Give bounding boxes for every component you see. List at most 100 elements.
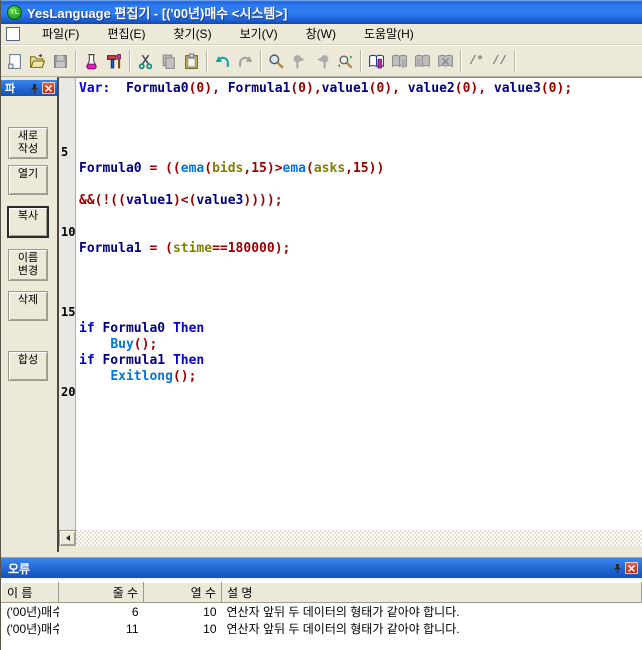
column-header-col[interactable]: 열 수 <box>144 583 222 603</box>
hammer-tools-icon <box>106 53 123 70</box>
find-next-button[interactable] <box>288 50 311 72</box>
left-arrow-icon <box>66 535 70 541</box>
menu-edit[interactable]: 편집(E) <box>93 23 159 45</box>
search-magnifier-icon <box>268 53 285 70</box>
code-line[interactable]: Var: Formula0(0), Formula1(0),value1(0),… <box>79 81 572 97</box>
line-number: 15 <box>59 305 74 319</box>
error-cell-line: 11 <box>59 620 144 637</box>
error-cell-col: 10 <box>144 603 222 621</box>
error-cell-line: 6 <box>59 603 144 621</box>
column-header-desc[interactable]: 설 명 <box>222 583 642 603</box>
code-line[interactable]: Buy(); <box>79 337 157 353</box>
code-line[interactable]: if Formula0 Then <box>79 321 204 337</box>
paste-button[interactable] <box>180 50 203 72</box>
sidebar-button[interactable]: 합성 <box>8 351 48 381</box>
sidebar-button[interactable]: 새로 작성 <box>8 127 48 159</box>
pin-icon[interactable] <box>612 563 623 574</box>
error-cell-col: 10 <box>144 620 222 637</box>
error-table: 이 름 줄 수 열 수 설 명 ('00년)매수610연산자 앞뒤 두 데이터의… <box>1 582 642 637</box>
book-add-button[interactable] <box>388 50 411 72</box>
code-lines[interactable]: Var: Formula0(0), Formula1(0),value1(0),… <box>77 78 642 530</box>
find-next-marker-icon <box>291 53 308 70</box>
sidebar-button[interactable]: 열기 <box>8 165 48 195</box>
new-document-button[interactable] <box>3 50 26 72</box>
close-panel-button[interactable] <box>625 562 638 574</box>
error-cell-name: ('00년)매수 <box>2 603 59 621</box>
error-panel-title: 오류 <box>8 560 30 577</box>
book-copy-button[interactable] <box>411 50 434 72</box>
verify-formula-button[interactable] <box>80 50 103 72</box>
search-button[interactable] <box>265 50 288 72</box>
scroll-left-button[interactable] <box>59 530 76 546</box>
column-header-line[interactable]: 줄 수 <box>59 583 144 603</box>
column-header-name[interactable]: 이 름 <box>2 583 59 603</box>
open-file-button[interactable] <box>26 50 49 72</box>
comment-line-button[interactable]: // <box>488 50 511 72</box>
book-delete-button[interactable] <box>434 50 457 72</box>
redo-arrow-icon <box>237 53 254 70</box>
menu-search[interactable]: 찾기(S) <box>159 23 225 45</box>
code-line[interactable]: if Formula1 Then <box>79 353 204 369</box>
menu-help[interactable]: 도움말(H) <box>350 23 428 45</box>
mdi-document-icon[interactable] <box>6 27 20 41</box>
cut-button[interactable] <box>134 50 157 72</box>
code-editor: 5101520 Var: Formula0(0), Formula1(0),va… <box>57 77 642 552</box>
window-title: YesLanguage 편집기 - [('00년)매수 <시스템>] <box>27 3 287 22</box>
comment-block-icon: /* <box>469 54 483 68</box>
toolbar-separator <box>129 50 131 72</box>
comment-block-button[interactable]: /* <box>465 50 488 72</box>
error-cell-name: ('00년)매수 <box>2 620 59 637</box>
book-open-button[interactable] <box>365 50 388 72</box>
menubar: 파일(F) 편집(E) 찾기(S) 보기(V) 창(W) 도움말(H) <box>1 24 642 45</box>
toolbar-separator <box>360 50 362 72</box>
save-disk-icon <box>52 53 69 70</box>
book-delete-icon <box>437 53 454 70</box>
code-region[interactable]: 5101520 Var: Formula0(0), Formula1(0),va… <box>59 78 642 530</box>
sidebar-button[interactable]: 이름 변경 <box>8 249 48 281</box>
app-window: YL YesLanguage 편집기 - [('00년)매수 <시스템>] 파일… <box>0 0 642 650</box>
error-table-container: 이 름 줄 수 열 수 설 명 ('00년)매수610연산자 앞뒤 두 데이터의… <box>1 578 642 650</box>
sidebar-button[interactable]: 복사 <box>8 207 48 237</box>
line-number: 20 <box>59 385 74 399</box>
code-line[interactable]: &&(!((value1)<(value3)))); <box>79 193 283 209</box>
line-number: 5 <box>59 145 74 159</box>
sidebar-button[interactable]: 삭제 <box>8 291 48 321</box>
scrollbar-track[interactable] <box>76 530 642 546</box>
line-number-gutter: 5101520 <box>59 78 76 530</box>
save-button[interactable] <box>49 50 72 72</box>
menu-window[interactable]: 창(W) <box>292 23 350 45</box>
book-add-icon <box>391 53 408 70</box>
find-prev-button[interactable] <box>311 50 334 72</box>
code-line[interactable]: Formula0 = ((ema(bids,15)>ema(asks,15)) <box>79 161 384 177</box>
close-panel-button[interactable] <box>42 82 55 94</box>
file-panel-title: 파 <box>5 80 15 96</box>
error-panel: 오류 이 름 줄 수 열 수 설 명 ('00년)매수610연산자 앞뒤 두 데… <box>1 557 642 650</box>
scissors-icon <box>137 53 154 70</box>
horizontal-scrollbar[interactable] <box>59 530 642 546</box>
menu-file[interactable]: 파일(F) <box>28 23 93 45</box>
book-copy-icon <box>414 53 431 70</box>
search-refresh-button[interactable] <box>334 50 357 72</box>
code-line[interactable]: Formula1 = (stime==180000); <box>79 241 290 257</box>
paste-clipboard-icon <box>183 53 200 70</box>
copy-button[interactable] <box>157 50 180 72</box>
toolbar-separator <box>260 50 262 72</box>
menu-view[interactable]: 보기(V) <box>226 23 292 45</box>
undo-button[interactable] <box>211 50 234 72</box>
error-row[interactable]: ('00년)매수610연산자 앞뒤 두 데이터의 형태가 같아야 합니다. <box>2 603 642 621</box>
error-row[interactable]: ('00년)매수1110연산자 앞뒤 두 데이터의 형태가 같아야 합니다. <box>2 620 642 637</box>
search-refresh-icon <box>337 53 354 70</box>
titlebar: YL YesLanguage 편집기 - [('00년)매수 <시스템>] <box>1 0 642 24</box>
file-panel: 파 새로 작성열기복사이름 변경삭제합성 <box>1 77 57 552</box>
comment-line-icon: // <box>492 54 506 68</box>
code-line[interactable]: Exitlong(); <box>79 369 196 385</box>
pin-icon[interactable] <box>29 83 40 94</box>
build-tools-button[interactable] <box>103 50 126 72</box>
flask-icon <box>83 53 100 70</box>
toolbar-separator <box>514 50 516 72</box>
copy-pages-icon <box>160 53 177 70</box>
toolbar: /* // <box>1 45 642 77</box>
app-logo-icon: YL <box>7 5 22 20</box>
open-folder-icon <box>29 53 46 70</box>
redo-button[interactable] <box>234 50 257 72</box>
